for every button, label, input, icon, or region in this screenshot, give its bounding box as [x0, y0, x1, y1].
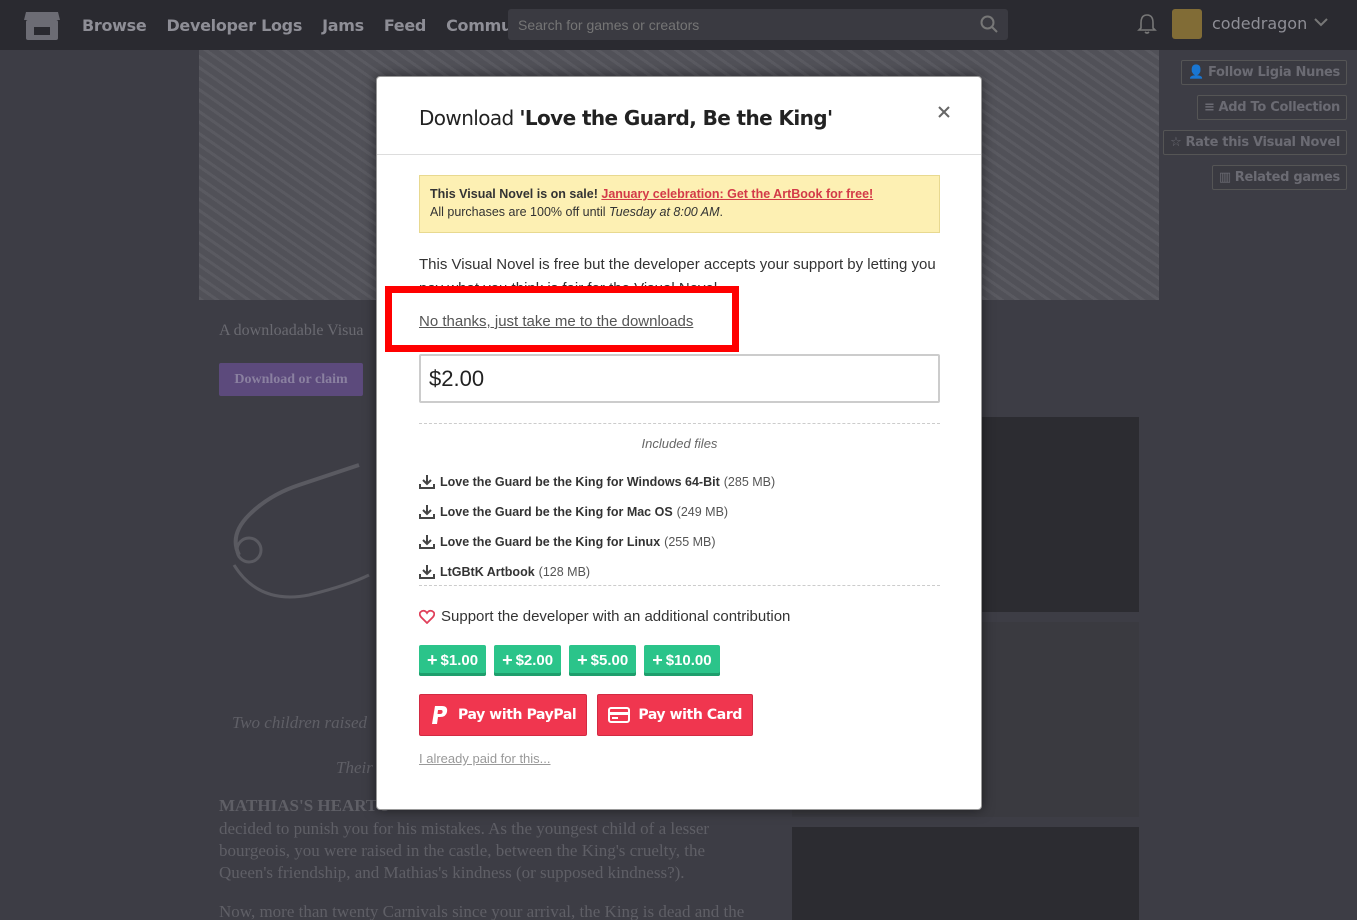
- divider: [419, 585, 940, 586]
- heart-icon: [419, 609, 435, 624]
- download-modal: Download 'Love the Guard, Be the King' T…: [376, 76, 982, 810]
- collection-icon: ≡: [1203, 100, 1215, 115]
- tip-button-2[interactable]: + $2.00: [494, 645, 562, 676]
- map-icon: ▥: [1218, 170, 1231, 185]
- pay-with-card-button[interactable]: Pay with Card: [597, 694, 753, 736]
- game-tagline: A downloadable Visua: [219, 322, 364, 339]
- paypal-icon: [432, 706, 448, 724]
- download-icon: [419, 475, 435, 489]
- page-body-line: Queen's friendship, and Mathias's kindne…: [219, 863, 685, 882]
- download-icon: [419, 535, 435, 549]
- page-body-line: decided to punish you for his mistakes. …: [219, 819, 710, 838]
- file-item: LtGBtK Artbook (128 MB): [419, 557, 775, 587]
- tip-button-1[interactable]: + $1.00: [419, 645, 487, 676]
- credit-card-icon: [608, 707, 631, 723]
- close-icon[interactable]: [935, 103, 953, 121]
- included-files-label: Included files: [641, 436, 718, 451]
- file-item: Love the Guard be the King for Linux (255…: [419, 527, 775, 557]
- already-paid-link[interactable]: I already paid for this...: [419, 751, 551, 766]
- follow-user-icon: 👤: [1188, 65, 1204, 80]
- pay-with-paypal-button[interactable]: Pay with PayPal: [419, 694, 588, 736]
- download-or-claim-button[interactable]: Download or claim: [219, 363, 363, 396]
- sale-notice: This Visual Novel is on sale! January ce…: [419, 175, 940, 233]
- rate-button[interactable]: ☆ Rate this Visual Novel: [1163, 130, 1347, 155]
- itchio-logo-icon[interactable]: [22, 8, 62, 42]
- modal-title: Download 'Love the Guard, Be the King': [419, 106, 833, 130]
- plus-icon: +: [652, 650, 663, 670]
- nav-developer-logs[interactable]: Developer Logs: [166, 16, 302, 35]
- page-body-line: bourgeois, you were raised in the castle…: [219, 841, 705, 860]
- file-item: Love the Guard be the King for Mac OS (24…: [419, 497, 775, 527]
- chevron-down-icon[interactable]: [1313, 16, 1329, 28]
- related-games-button[interactable]: ▥ Related games: [1211, 165, 1347, 190]
- nav-links: Browse Developer Logs Jams Feed Communit…: [82, 0, 546, 50]
- page-italic-line-1: Two children raised: [232, 713, 368, 732]
- tip-button-10[interactable]: + $10.00: [644, 645, 720, 676]
- no-thanks-link[interactable]: No thanks, just take me to the downloads: [419, 313, 693, 330]
- game-logo-art: [232, 463, 370, 599]
- star-icon: ☆: [1170, 135, 1182, 150]
- follow-button[interactable]: 👤 Follow Ligia Nunes: [1181, 60, 1347, 85]
- search-input[interactable]: [508, 9, 1008, 40]
- screenshot-thumbnail[interactable]: [792, 827, 1139, 920]
- modal-header: Download 'Love the Guard, Be the King': [377, 77, 981, 155]
- download-icon: [419, 505, 435, 519]
- plus-icon: +: [502, 650, 513, 670]
- username[interactable]: codedragon: [1212, 14, 1307, 33]
- support-row: Support the developer with an additional…: [419, 608, 790, 625]
- price-field: [419, 354, 940, 403]
- search-icon[interactable]: [980, 15, 998, 33]
- file-list: Love the Guard be the King for Windows 6…: [419, 467, 775, 587]
- file-item: Love the Guard be the King for Windows 6…: [419, 467, 775, 497]
- notifications-bell-icon[interactable]: [1137, 13, 1157, 35]
- plus-icon: +: [577, 650, 588, 670]
- top-nav: Browse Developer Logs Jams Feed Communit…: [0, 0, 1357, 50]
- page-heading: MATHIAS'S HEART I: [219, 796, 388, 815]
- avatar[interactable]: [1172, 9, 1202, 39]
- divider: [419, 423, 940, 424]
- tip-button-5[interactable]: + $5.00: [569, 645, 637, 676]
- download-icon: [419, 565, 435, 579]
- page-italic-line-2: Their: [336, 758, 373, 777]
- sidebar-actions: 👤 Follow Ligia Nunes ≡ Add To Collection ☆…: [1163, 60, 1347, 190]
- nav-browse[interactable]: Browse: [82, 16, 147, 35]
- page-body-line: Now, more than twenty Carnivals since yo…: [219, 902, 745, 920]
- sale-link[interactable]: January celebration: Get the ArtBook for…: [601, 187, 873, 201]
- plus-icon: +: [427, 650, 438, 670]
- search-box: [508, 9, 1008, 40]
- nav-feed[interactable]: Feed: [384, 16, 427, 35]
- tip-buttons: + $1.00 + $2.00 + $5.00 + $10.00: [419, 645, 720, 676]
- add-to-collection-button[interactable]: ≡ Add To Collection: [1196, 95, 1347, 120]
- payment-buttons: Pay with PayPal Pay with Card: [419, 694, 753, 736]
- nav-jams[interactable]: Jams: [322, 16, 364, 35]
- price-input[interactable]: [421, 356, 938, 401]
- support-text: Support the developer with an additional…: [441, 608, 791, 625]
